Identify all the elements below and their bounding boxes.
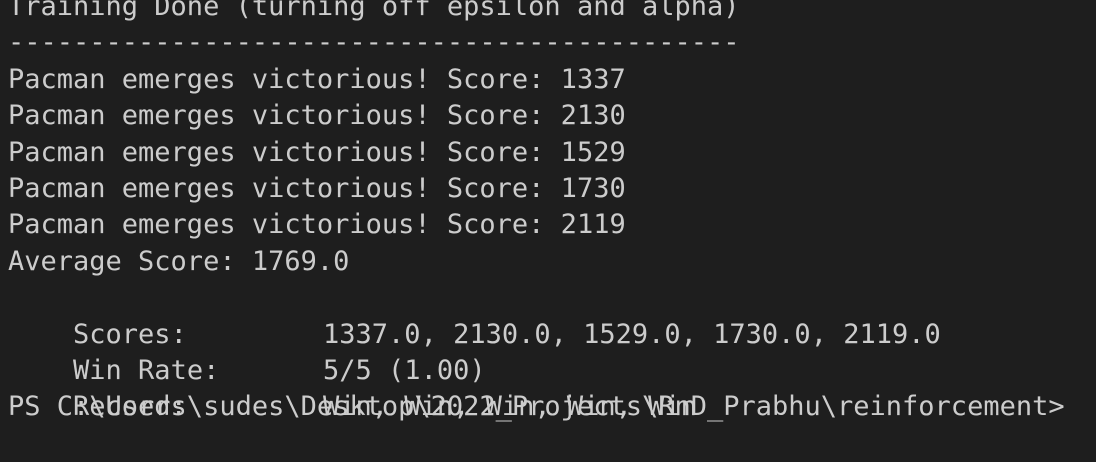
game-result-line: Pacman emerges victorious! Score: 1529	[8, 136, 626, 168]
win-rate-label: Win Rate:	[73, 354, 220, 386]
scores-line: Scores: 1337.0, 2130.0, 1529.0, 1730.0, 2…	[8, 280, 1096, 350]
game-result-line: Pacman emerges victorious! Score: 1730	[8, 172, 626, 204]
win-rate-value: 5/5 (1.00)	[323, 354, 486, 386]
game-result-line: Pacman emerges victorious! Score: 1337	[8, 63, 626, 95]
scores-value: 1337.0, 2130.0, 1529.0, 1730.0, 2119.0	[323, 318, 941, 350]
average-score-line: Average Score: 1769.0	[8, 245, 350, 277]
terminal-output[interactable]: Training Done (turning off epsilon and a…	[0, 0, 1096, 437]
separator-line: ----------------------------------------…	[8, 27, 740, 59]
scores-label: Scores:	[73, 318, 187, 350]
status-line: Training Done (turning off epsilon and a…	[8, 0, 740, 22]
game-result-line: Pacman emerges victorious! Score: 2119	[8, 209, 626, 241]
game-result-line: Pacman emerges victorious! Score: 2130	[8, 100, 626, 132]
shell-prompt[interactable]: PS C:\Users\sudes\Desktop\2022_Projects\…	[8, 389, 1096, 425]
